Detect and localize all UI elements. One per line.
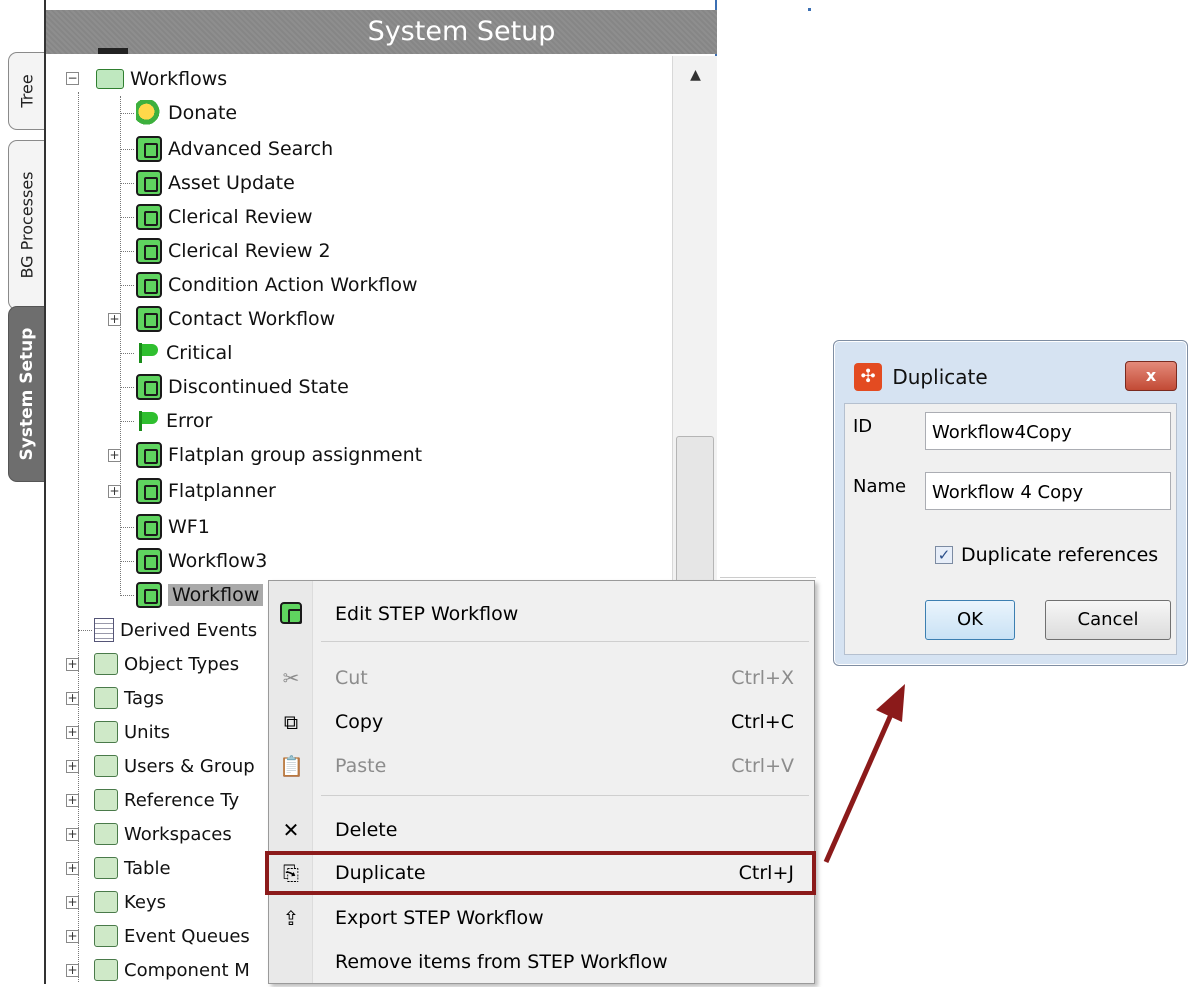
close-button[interactable]: x <box>1125 361 1177 391</box>
duplicate-references-checkbox[interactable]: ✓ <box>935 546 953 564</box>
ok-button[interactable]: OK <box>925 600 1015 640</box>
app-logo-icon: ✣ <box>854 363 882 391</box>
annotation-arrow-head <box>876 684 905 722</box>
duplicate-references-label: Duplicate references <box>961 544 1159 566</box>
dialog-title-bar: ✣ Duplicate <box>850 363 988 391</box>
name-label: Name <box>853 476 907 497</box>
dialog-body: ID Workflow4Copy Name Workflow 4 Copy ✓ … <box>844 403 1177 655</box>
duplicate-dialog: ✣ Duplicate x ID Workflow4Copy Name Work… <box>833 340 1188 666</box>
close-icon: x <box>1145 366 1157 385</box>
id-label: ID <box>853 416 873 437</box>
cancel-button[interactable]: Cancel <box>1045 600 1171 640</box>
annotation-arrow-shaft <box>823 708 896 864</box>
id-field[interactable]: Workflow4Copy <box>925 412 1171 450</box>
duplicate-references-option[interactable]: ✓ Duplicate references <box>935 544 1158 566</box>
name-field[interactable]: Workflow 4 Copy <box>925 472 1171 510</box>
dialog-title: Duplicate <box>892 365 988 389</box>
